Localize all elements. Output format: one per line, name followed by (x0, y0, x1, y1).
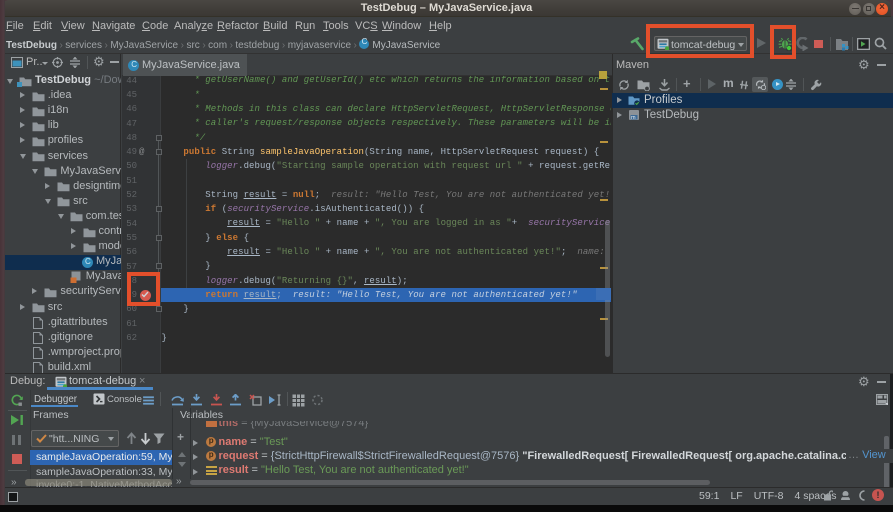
svg-text:m: m (631, 115, 636, 121)
